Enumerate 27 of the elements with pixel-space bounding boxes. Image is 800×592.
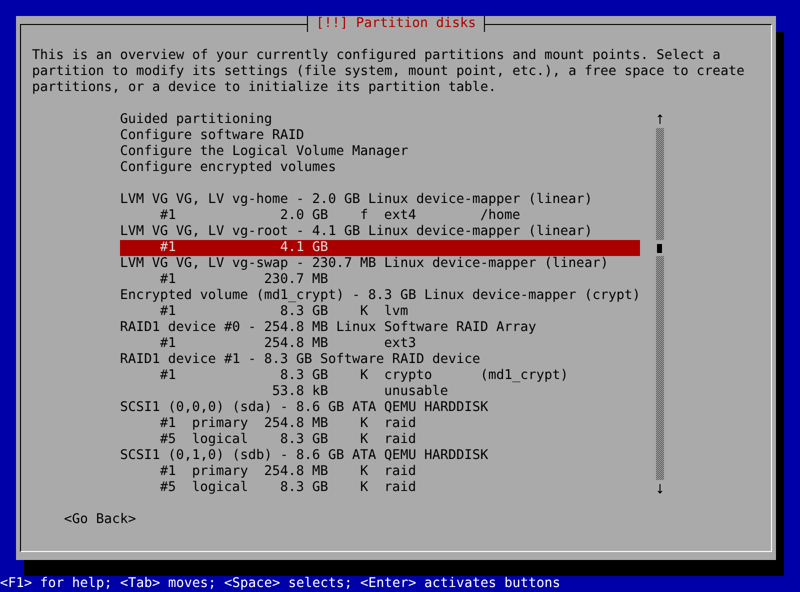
device-row[interactable]: RAID1 device #0 - 254.8 MB Linux Software RAID Array <box>120 320 640 336</box>
partition-row[interactable]: #1 8.3 GB K crypto (md1_crypt) <box>120 368 640 384</box>
partition-row[interactable]: #1 8.3 GB K lvm <box>120 304 640 320</box>
partition-row[interactable]: #1 primary 254.8 MB K raid <box>120 464 640 480</box>
device-row[interactable]: SCSI1 (0,0,0) (sda) - 8.6 GB ATA QEMU HARDDISK <box>120 400 640 416</box>
partition-row[interactable]: #1 2.0 GB f ext4 /home <box>120 208 640 224</box>
dialog-title: [!!] Partition disks <box>306 16 486 32</box>
device-row[interactable]: Encrypted volume (md1_crypt) - 8.3 GB Linux device-mapper (crypt) <box>120 288 640 304</box>
partition-row[interactable]: #1 230.7 MB <box>120 272 640 288</box>
menu-item[interactable]: Configure encrypted volumes <box>120 160 640 176</box>
partition-row[interactable]: #1 254.8 MB ext3 <box>120 336 640 352</box>
device-row[interactable]: LVM VG VG, LV vg-swap - 230.7 MB Linux device-mapper (linear) <box>120 256 640 272</box>
menu-item[interactable]: Configure the Logical Volume Manager <box>120 144 640 160</box>
menu-item[interactable]: Guided partitioning <box>120 112 640 128</box>
partition-row[interactable]: #5 logical 8.3 GB K raid <box>120 432 640 448</box>
description-text: This is an overview of your currently configured partitions and mount points. Select a partition to modify its settings (file system, mount point, etc.), a free space to create partitions, or a device to initialize its partition table. <box>32 48 746 96</box>
partition-row[interactable]: #5 logical 8.3 GB K raid <box>120 480 640 496</box>
device-row[interactable]: LVM VG VG, LV vg-home - 2.0 GB Linux device-mapper (linear) <box>120 192 640 208</box>
menu-item[interactable]: Configure software RAID <box>120 128 640 144</box>
status-bar-text: <F1> for help; <Tab> moves; <Space> selects; <Enter> activates buttons <box>0 576 562 592</box>
partition-row[interactable]: #1 primary 254.8 MB K raid <box>120 416 640 432</box>
partition-row[interactable]: 53.8 kB unusable <box>120 384 640 400</box>
go-back-button[interactable]: <Go Back> <box>64 512 136 528</box>
partition-row[interactable]: #1 4.1 GB <box>120 240 640 256</box>
device-row[interactable]: SCSI1 (0,1,0) (sdb) - 8.6 GB ATA QEMU HARDDISK <box>120 448 640 464</box>
device-row[interactable]: RAID1 device #1 - 8.3 GB Software RAID device <box>120 352 640 368</box>
device-row[interactable]: LVM VG VG, LV vg-root - 4.1 GB Linux device-mapper (linear) <box>120 224 640 240</box>
